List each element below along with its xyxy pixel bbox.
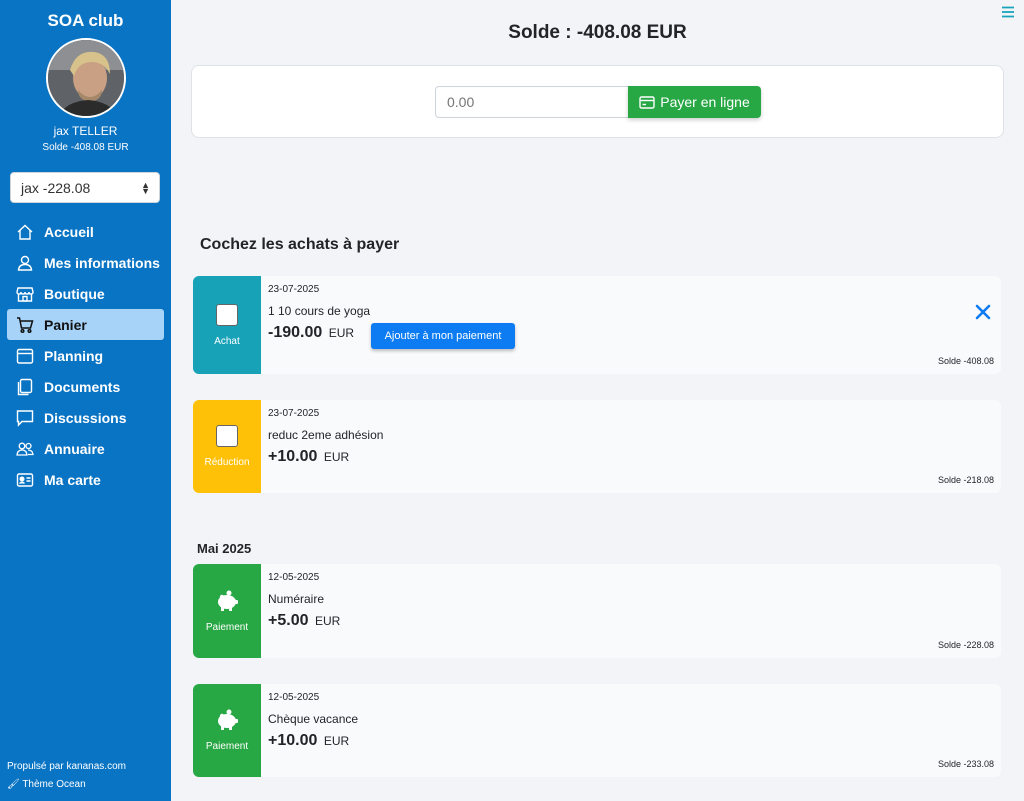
item-type-panel: Réduction <box>193 400 261 493</box>
pay-online-button[interactable]: Payer en ligne <box>628 86 761 118</box>
item-amount-value: +10.00 <box>268 448 318 465</box>
user-name: jax TELLER <box>53 124 118 138</box>
item-type-label: Achat <box>214 335 240 347</box>
footer-theme-label: Thème Ocean <box>22 779 86 790</box>
pay-online-label: Payer en ligne <box>660 94 750 110</box>
month-label: Mai 2025 <box>197 541 252 556</box>
item-type-label: Paiement <box>205 621 249 633</box>
calendar-icon <box>16 347 34 365</box>
account-select[interactable]: jax -228.08 ▲ ▼ <box>10 172 160 203</box>
page-title: Solde : -408.08 EUR <box>508 22 687 43</box>
reduction-item: Réduction 23-07-2025 reduc 2eme adhésion… <box>193 400 1001 493</box>
item-amount-value: +5.00 <box>268 612 309 629</box>
item-date: 12-05-2025 <box>268 572 320 583</box>
user-solde-label: Solde <box>42 142 68 153</box>
payment-card: Payer en ligne <box>191 65 1004 138</box>
item-type-label: Réduction <box>204 457 250 468</box>
cart-icon <box>16 316 34 334</box>
item-type-label: Paiement <box>205 741 249 752</box>
item-currency: EUR <box>323 450 350 464</box>
sidebar-item-label: Panier <box>44 316 87 333</box>
close-icon[interactable] <box>974 303 992 321</box>
sidebar-item-discussions[interactable]: Discussions <box>7 402 164 433</box>
item-type-panel: Paiement <box>193 684 261 777</box>
sidebar-item-label: Ma carte <box>44 471 101 488</box>
sidebar-item-label: Accueil <box>44 223 94 240</box>
select-caret-icon: ▲ ▼ <box>141 180 150 196</box>
credit-card-icon <box>639 95 655 109</box>
item-solde: Solde -218.08 <box>937 475 994 485</box>
item-date: 23-07-2025 <box>268 284 320 295</box>
payment-item: Paiement 12-05-2025 Numéraire +5.00 EUR … <box>193 564 1001 658</box>
item-label: Numéraire <box>268 592 325 606</box>
home-icon <box>16 223 34 241</box>
footer-powered-link[interactable]: Propulsé par kananas.com <box>7 761 126 772</box>
sidebar-item-label: Documents <box>44 378 121 395</box>
amount-input[interactable] <box>435 86 628 118</box>
sidebar-item-mes-informations[interactable]: Mes informations <box>7 247 164 278</box>
item-type-panel: Paiement <box>193 564 261 658</box>
item-date: 12-05-2025 <box>268 692 320 703</box>
item-amount: -190.00 EUR <box>268 324 354 342</box>
piggy-bank-icon <box>218 590 238 611</box>
sidebar-nav: Accueil Mes informations Boutique Panier… <box>0 216 171 495</box>
shop-icon <box>16 285 34 303</box>
people-icon <box>16 440 34 458</box>
item-amount-value: +10.00 <box>268 732 318 749</box>
item-amount: +10.00 EUR <box>268 448 349 466</box>
sidebar-item-label: Planning <box>44 347 104 364</box>
section-title: Cochez les achats à payer <box>200 236 400 253</box>
piggy-bank-icon <box>218 709 238 730</box>
item-solde: Solde -228.08 <box>937 640 994 650</box>
item-label: reduc 2eme adhésion <box>268 428 384 442</box>
avatar[interactable] <box>46 38 126 118</box>
footer-theme[interactable]: 🖌 Thème Ocean <box>7 779 86 790</box>
sidebar-item-label: Boutique <box>44 285 105 302</box>
user-icon <box>16 254 34 272</box>
sidebar: SOA club jax TELLER Solde -408.08 EUR ja… <box>0 0 171 801</box>
sidebar-item-label: Discussions <box>44 409 127 426</box>
account-select-value: jax -228.08 <box>21 180 91 196</box>
sidebar-item-ma-carte[interactable]: Ma carte <box>7 464 164 495</box>
sidebar-item-label: Mes informations <box>44 254 160 271</box>
item-currency: EUR <box>328 326 355 340</box>
documents-icon <box>16 378 34 396</box>
item-date: 23-07-2025 <box>268 408 320 419</box>
item-currency: EUR <box>314 614 341 628</box>
item-checkbox[interactable] <box>216 303 238 326</box>
sidebar-item-accueil[interactable]: Accueil <box>7 216 164 247</box>
sidebar-item-annuaire[interactable]: Annuaire <box>7 433 164 464</box>
item-amount-value: -190.00 <box>268 324 323 341</box>
brush-icon: 🖌 <box>7 779 20 790</box>
item-checkbox[interactable] <box>216 425 238 447</box>
item-amount: +5.00 EUR <box>268 612 340 630</box>
hamburger-menu-icon[interactable] <box>1000 4 1016 20</box>
item-type-panel: Achat <box>193 276 261 374</box>
sidebar-item-boutique[interactable]: Boutique <box>7 278 164 309</box>
add-to-payment-button[interactable]: Ajouter à mon paiement <box>371 323 515 349</box>
item-label: Chèque vacance <box>268 712 359 726</box>
item-amount: +10.00 EUR <box>268 732 349 750</box>
club-name: SOA club <box>47 11 124 30</box>
id-card-icon <box>16 471 34 489</box>
sidebar-item-panier[interactable]: Panier <box>7 309 164 340</box>
purchase-item: Achat 23-07-2025 1 10 cours de yoga -190… <box>193 276 1001 374</box>
sidebar-item-label: Annuaire <box>44 440 105 457</box>
user-solde-value: -408.08 EUR <box>70 142 129 153</box>
chat-icon <box>16 409 34 427</box>
item-solde: Solde -233.08 <box>937 759 994 769</box>
item-solde: Solde -408.08 <box>937 356 994 366</box>
user-solde: Solde -408.08 EUR <box>0 142 171 153</box>
item-currency: EUR <box>323 734 350 748</box>
sidebar-item-planning[interactable]: Planning <box>7 340 164 371</box>
sidebar-item-documents[interactable]: Documents <box>7 371 164 402</box>
payment-item: Paiement 12-05-2025 Chèque vacance +10.0… <box>193 684 1001 777</box>
item-label: 1 10 cours de yoga <box>268 304 371 318</box>
